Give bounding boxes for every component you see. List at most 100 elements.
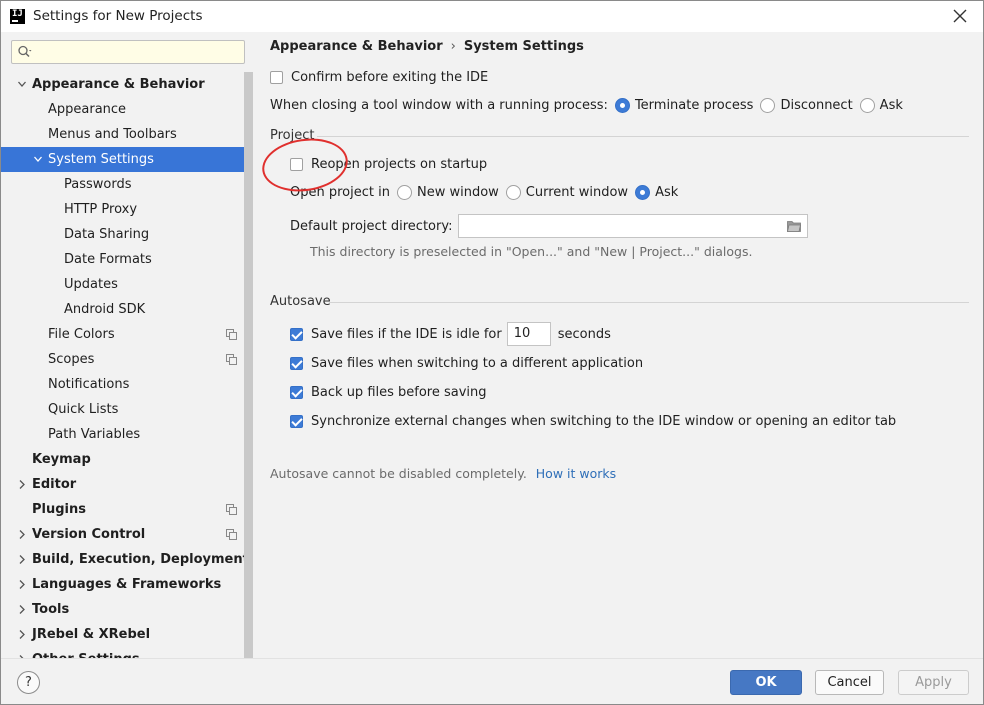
sidebar-item-label: JRebel & XRebel [32,627,151,642]
backup-row[interactable]: Back up files before saving [290,385,487,400]
cancel-button[interactable]: Cancel [815,670,884,695]
save-switching-row[interactable]: Save files when switching to a different… [290,356,643,371]
sidebar-item-label: Date Formats [64,252,152,267]
search-input[interactable] [11,40,245,64]
sidebar-item-version-control[interactable]: Version Control [1,522,253,547]
sidebar-item-label: HTTP Proxy [64,202,138,217]
window-title: Settings for New Projects [33,8,203,24]
sidebar-item-http-proxy[interactable]: HTTP Proxy [1,197,253,222]
sidebar-item-label: Other Settings [32,647,140,658]
idle-seconds-input[interactable]: 10 [506,322,551,346]
close-button[interactable] [949,5,971,27]
breadcrumb-parent[interactable]: Appearance & Behavior [270,39,443,54]
sidebar-item-scopes[interactable]: Scopes [1,347,253,372]
sidebar-item-build-execution-deployment[interactable]: Build, Execution, Deployment [1,547,253,572]
confirm-exit-label: Confirm before exiting the IDE [291,70,489,85]
sidebar-item-data-sharing[interactable]: Data Sharing [1,222,253,247]
chevron-right-icon[interactable] [16,547,28,572]
sidebar-scrollbar[interactable] [244,72,253,658]
backup-label: Back up files before saving [311,385,487,400]
sidebar-scrollbar-thumb[interactable] [244,72,253,658]
chevron-down-icon[interactable] [16,72,28,97]
chevron-right-icon[interactable] [16,572,28,597]
sidebar-item-file-colors[interactable]: File Colors [1,322,253,347]
dialog-footer: ? OK Cancel Apply [1,658,983,704]
sidebar-item-label: Updates [64,277,118,292]
sidebar-item-languages-frameworks[interactable]: Languages & Frameworks [1,572,253,597]
project-section-divider [317,136,969,137]
backup-checkbox[interactable] [290,386,303,399]
project-level-icon [226,504,237,515]
chevron-right-icon[interactable] [16,647,28,658]
project-level-icon [226,354,237,365]
settings-sidebar: Appearance & Behavior Appearance Menus and… [1,32,253,658]
sidebar-item-path-variables[interactable]: Path Variables [1,422,253,447]
sidebar-item-tools[interactable]: Tools [1,597,253,622]
sidebar-item-passwords[interactable]: Passwords [1,172,253,197]
current-window-label: Current window [525,185,629,200]
sidebar-item-label: Build, Execution, Deployment [32,552,249,567]
sidebar-item-plugins[interactable]: Plugins [1,497,253,522]
confirm-exit-checkbox[interactable] [270,71,283,84]
settings-dialog: IJ Settings for New Projects Appearance … [0,0,984,705]
breadcrumb-current: System Settings [463,39,584,54]
save-idle-label: Save files if the IDE is idle for [311,326,502,342]
default-directory-field[interactable] [458,214,809,238]
help-button[interactable]: ? [17,671,40,694]
sidebar-item-label: Editor [32,477,77,492]
save-idle-checkbox[interactable] [290,327,303,341]
project-level-icon [226,329,237,340]
chevron-right-icon[interactable] [16,622,28,647]
save-switching-checkbox[interactable] [290,357,303,370]
disconnect-label: Disconnect [780,98,853,113]
ask-open-radio[interactable] [635,185,651,200]
chevron-down-icon[interactable] [32,147,44,172]
sidebar-item-appearance-behavior[interactable]: Appearance & Behavior [1,72,253,97]
confirm-exit-row[interactable]: Confirm before exiting the IDE [270,70,488,85]
folder-icon[interactable] [787,220,802,232]
open-project-in-label: Open project in [290,185,390,200]
reopen-projects-row[interactable]: Reopen projects on startup [290,157,487,172]
default-directory-label: Default project directory: [290,218,453,234]
ask-close-radio[interactable] [859,98,875,113]
how-it-works-link[interactable]: How it works [536,466,616,481]
sidebar-item-label: System Settings [48,152,154,167]
sidebar-item-menus-and-toolbars[interactable]: Menus and Toolbars [1,122,253,147]
sidebar-item-other-settings[interactable]: Other Settings [1,647,253,658]
sidebar-item-android-sdk[interactable]: Android SDK [1,297,253,322]
sidebar-item-quick-lists[interactable]: Quick Lists [1,397,253,422]
current-window-radio[interactable] [505,185,521,200]
sidebar-item-label: Plugins [32,502,86,517]
chevron-right-icon[interactable] [16,522,28,547]
new-window-radio[interactable] [396,185,412,200]
close-icon [953,9,967,23]
sidebar-item-updates[interactable]: Updates [1,272,253,297]
sidebar-item-label: Path Variables [48,427,141,442]
intellij-icon: IJ [10,9,25,24]
sidebar-item-label: Scopes [48,352,95,367]
sync-row[interactable]: Synchronize external changes when switch… [290,414,896,429]
sidebar-item-system-settings[interactable]: System Settings [1,147,253,172]
sidebar-item-jrebel-xrebel[interactable]: JRebel & XRebel [1,622,253,647]
disconnect-radio[interactable] [760,98,776,113]
sidebar-item-label: Version Control [32,527,146,542]
sidebar-item-label: Languages & Frameworks [32,577,222,592]
sidebar-item-date-formats[interactable]: Date Formats [1,247,253,272]
chevron-right-icon[interactable] [16,472,28,497]
sidebar-item-notifications[interactable]: Notifications [1,372,253,397]
ok-button[interactable]: OK [730,670,802,695]
sync-checkbox[interactable] [290,415,303,428]
save-idle-row: Save files if the IDE is idle for 10 sec… [290,322,611,346]
sidebar-item-label: Quick Lists [48,402,119,417]
reopen-projects-checkbox[interactable] [290,158,303,171]
sidebar-item-appearance[interactable]: Appearance [1,97,253,122]
chevron-right-icon[interactable] [16,597,28,622]
terminate-process-radio[interactable] [614,98,630,113]
closing-tool-window-row: When closing a tool window with a runnin… [270,98,903,113]
ask-close-label: Ask [879,98,903,113]
apply-button[interactable]: Apply [898,670,969,695]
sidebar-item-keymap[interactable]: Keymap [1,447,253,472]
sidebar-item-editor[interactable]: Editor [1,472,253,497]
sidebar-item-label: File Colors [48,327,115,342]
search-icon [18,45,32,58]
